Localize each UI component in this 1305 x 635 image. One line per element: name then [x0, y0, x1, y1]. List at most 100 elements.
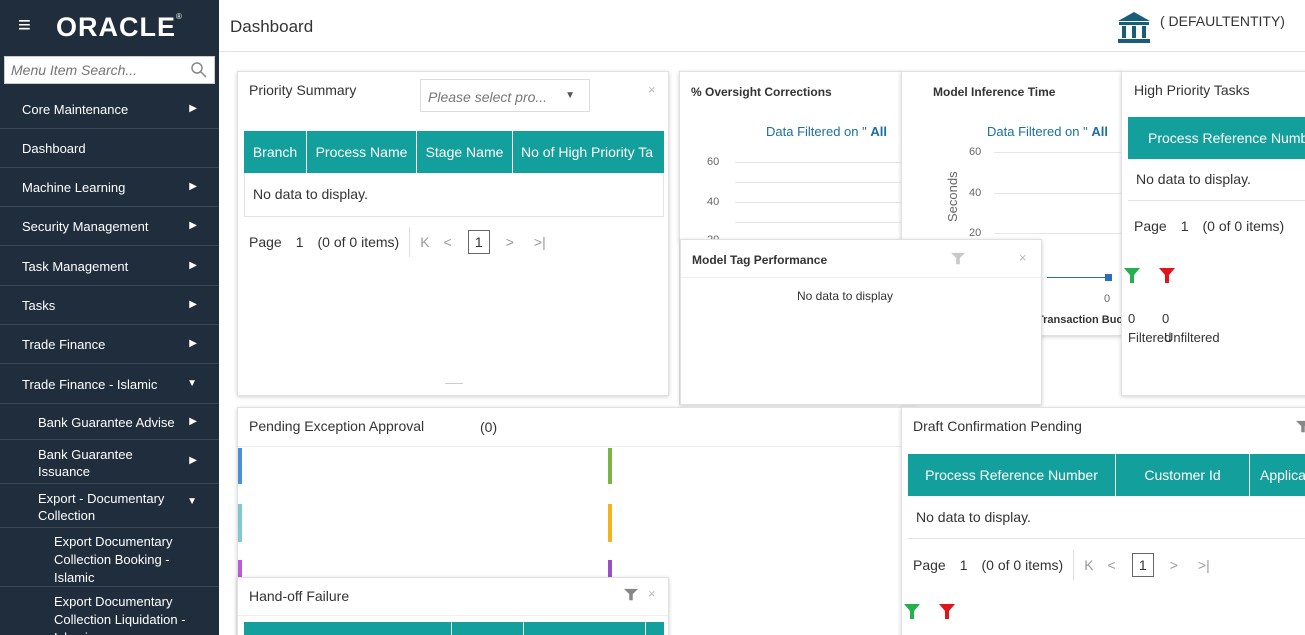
chevron-right-icon: ▶	[189, 338, 197, 349]
chevron-right-icon: ▶	[189, 416, 197, 427]
next-page-icon[interactable]: >	[506, 234, 514, 250]
current-page-box[interactable]: 1	[1131, 553, 1154, 577]
menu-search-input[interactable]	[5, 57, 185, 83]
column-header[interactable]: Process Reference Number	[1128, 117, 1305, 159]
sidebar-item-bank-guarantee-advise[interactable]: Bank Guarantee Advise ▶	[0, 404, 219, 440]
sidebar-item-bank-guarantee-issuance[interactable]: Bank Guarantee Issuance ▶	[0, 440, 219, 484]
grid-line	[994, 152, 1121, 153]
last-page-icon[interactable]: >|	[1198, 557, 1210, 573]
y-tick: 60	[707, 156, 720, 168]
grid-line	[735, 182, 901, 183]
status-stripe	[608, 448, 612, 484]
first-page-icon[interactable]: K	[420, 234, 429, 250]
series-line	[1047, 277, 1107, 278]
filter-icon[interactable]	[1296, 420, 1305, 434]
close-icon[interactable]: ×	[1019, 250, 1027, 265]
priority-pager: Page 1 (0 of 0 items) K < 1 > >|	[249, 227, 556, 257]
draft-grid-header: Process Reference Number Customer Id App…	[908, 454, 1305, 496]
no-data-message: No data to display	[797, 289, 894, 303]
handoff-grid-header	[244, 622, 664, 635]
widget-title: Hand-off Failure	[249, 588, 350, 604]
first-page-icon[interactable]: K	[1084, 557, 1093, 573]
column-header[interactable]: Branch	[244, 131, 307, 173]
filter-icon[interactable]	[939, 604, 955, 620]
filter-icon[interactable]	[904, 604, 920, 620]
sidebar-item-tasks[interactable]: Tasks ▶	[0, 286, 219, 325]
hamburger-icon[interactable]: ≡	[18, 14, 31, 36]
widget-title: Pending Exception Approval	[249, 418, 425, 434]
column-header	[452, 622, 524, 635]
handoff-failure-widget: Hand-off Failure ×	[237, 577, 669, 635]
sidebar-item-task-management[interactable]: Task Management ▶	[0, 246, 219, 286]
pager-divider	[1073, 550, 1075, 580]
column-header[interactable]: No of High Priority Ta	[513, 131, 664, 173]
prev-page-icon[interactable]: <	[1108, 557, 1116, 573]
status-stripe	[238, 504, 242, 542]
y-tick: 20	[969, 227, 982, 239]
filter-icon[interactable]	[1159, 268, 1175, 284]
pager-divider	[409, 227, 411, 257]
item-count: (0 of 0 items)	[1202, 218, 1285, 234]
entity-label[interactable]: ( DEFAULTENTITY)	[1160, 13, 1285, 29]
sidebar-item-export-dc-liquidation-islamic[interactable]: Export Documentary Collection Liquidatio…	[0, 587, 219, 635]
column-header[interactable]: Application	[1250, 454, 1305, 496]
chevron-down-icon: ▼	[187, 496, 197, 507]
sidebar-item-export-documentary-collection[interactable]: Export - Documentary Collection ▼	[0, 484, 219, 528]
widget-title: Model Tag Performance	[692, 253, 828, 267]
close-icon[interactable]: ×	[648, 82, 656, 97]
column-header[interactable]: Stage Name	[417, 131, 513, 173]
process-select[interactable]: Please select pro... ▼	[420, 79, 590, 112]
current-page-box[interactable]: 1	[467, 230, 490, 254]
column-header	[244, 622, 452, 635]
data-filter-label: Data Filtered on " All	[766, 124, 887, 139]
grid-line	[735, 222, 901, 223]
page-number: 1	[959, 557, 968, 573]
sidebar-item-label: Bank Guarantee Advise	[38, 415, 175, 430]
divider	[238, 446, 916, 447]
sidebar-item-machine-learning[interactable]: Machine Learning ▶	[0, 168, 219, 207]
last-page-icon[interactable]: >|	[534, 234, 546, 250]
header: ≡ ORACLE® Dashboard ( DEFAULTENTITY)	[0, 0, 1305, 52]
resize-handle[interactable]	[445, 383, 463, 384]
filtered-count: 0	[1128, 311, 1136, 326]
chevron-down-icon: ▼	[565, 90, 575, 101]
sidebar-item-label: Trade Finance - Islamic	[22, 377, 158, 392]
page-label: Page	[1134, 218, 1167, 234]
grid-line	[994, 193, 1121, 194]
sidebar-item-core-maintenance[interactable]: Core Maintenance ▶	[0, 90, 219, 129]
data-filter-prefix: Data Filtered on "	[766, 124, 871, 139]
process-select-placeholder: Please select pro...	[428, 89, 548, 105]
high-priority-grid-body: No data to display.	[1128, 159, 1305, 201]
no-data-message: No data to display.	[1136, 171, 1251, 187]
widget-title: Draft Confirmation Pending	[913, 418, 1082, 434]
chevron-right-icon: ▶	[189, 455, 197, 466]
prev-page-icon[interactable]: <	[444, 234, 452, 250]
column-header[interactable]: Customer Id	[1116, 454, 1250, 496]
draft-pager: Page 1 (0 of 0 items) K < 1 > >|	[913, 550, 1220, 580]
next-page-icon[interactable]: >	[1170, 557, 1178, 573]
column-header[interactable]: Process Reference Number	[908, 454, 1116, 496]
bank-icon[interactable]	[1116, 10, 1152, 44]
sidebar: Core Maintenance ▶ Dashboard Machine Lea…	[0, 52, 219, 635]
y-axis-label: Seconds	[945, 171, 960, 222]
model-tag-performance-widget: Model Tag Performance × No data to displ…	[680, 239, 1042, 405]
sidebar-item-label: Export Documentary Collection Booking - …	[54, 534, 173, 585]
sidebar-item-export-dc-booking-islamic[interactable]: Export Documentary Collection Booking - …	[0, 528, 219, 587]
sidebar-item-dashboard[interactable]: Dashboard	[0, 129, 219, 168]
sidebar-item-security-management[interactable]: Security Management ▶	[0, 207, 219, 246]
sidebar-item-trade-finance[interactable]: Trade Finance ▶	[0, 325, 219, 364]
search-icon[interactable]	[190, 61, 208, 79]
column-header[interactable]: Process Name	[307, 131, 417, 173]
filter-icon[interactable]	[1124, 268, 1140, 284]
page-number: 1	[1180, 218, 1189, 234]
data-filter-prefix: Data Filtered on "	[987, 124, 1092, 139]
filter-icon[interactable]	[624, 588, 638, 602]
close-icon[interactable]: ×	[648, 586, 656, 601]
unfiltered-label: Unfiltered	[1164, 330, 1220, 345]
sidebar-item-label: Core Maintenance	[22, 102, 129, 117]
sidebar-item-trade-finance-islamic[interactable]: Trade Finance - Islamic ▼	[0, 364, 219, 404]
logo-text: ORACLE	[56, 12, 176, 42]
grid-line	[735, 162, 901, 163]
filter-icon[interactable]	[951, 252, 965, 266]
pending-count: (0)	[480, 419, 498, 435]
